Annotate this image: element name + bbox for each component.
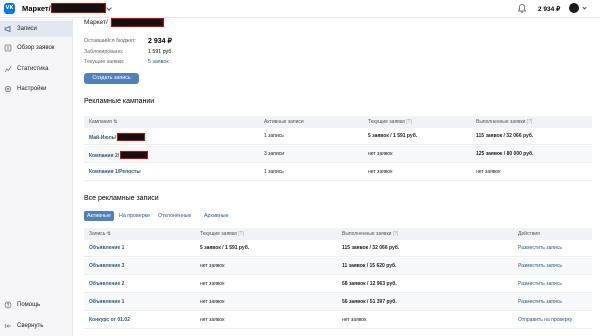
table-row[interactable]: Конкурс от 01.02 нет заявок нет заявок О… <box>84 312 592 329</box>
chevron-down-icon[interactable] <box>582 5 587 10</box>
column-header-campaign[interactable]: Кампания ⇅ <box>89 119 117 125</box>
done-requests: нет заявок <box>342 317 367 323</box>
campaign-name[interactable]: Май-Июль/ <box>89 133 146 141</box>
ads-title: Все рекламные записи <box>84 195 159 202</box>
done-requests: 58 заявок / 12 963 руб. <box>342 281 397 287</box>
redacted-block <box>117 133 146 141</box>
place-post-link[interactable]: Разместить запись <box>518 245 562 251</box>
post-name[interactable]: Объявление 1 <box>89 245 124 251</box>
column-header-active: Активные записи <box>264 119 304 125</box>
column-header-current: Текущие заявки [?] <box>200 231 244 237</box>
place-post-link[interactable]: Разместить запись <box>518 299 562 305</box>
table-row[interactable]: Объявление 2 нет заявок 58 заявок / 12 9… <box>84 276 592 293</box>
current-requests: нет заявок <box>200 263 225 269</box>
done-requests: 11 заявок / 15 620 руб. <box>342 263 397 269</box>
table-row[interactable]: Объявление 1 5 заявок / 1 591 руб. 115 з… <box>84 240 592 257</box>
sidebar-item-help[interactable]: Помощь <box>0 297 73 313</box>
sidebar-item-label: Записи <box>17 26 37 32</box>
column-header-done: Выполненные заявки [?] <box>342 231 399 237</box>
tab-review[interactable]: На проверке <box>119 211 150 221</box>
active-posts: 1 запись <box>264 133 284 139</box>
help-icon <box>4 301 12 309</box>
chevron-down-icon[interactable] <box>106 5 112 11</box>
tab-rejected[interactable]: Отклонённые <box>158 211 192 221</box>
column-header-current: Текущие заявки [?] <box>368 119 412 125</box>
collapse-icon <box>5 324 11 328</box>
sidebar-item-stats[interactable]: Статистика <box>0 61 73 77</box>
avatar[interactable] <box>569 3 579 13</box>
campaigns-title: Рекламные кампании <box>84 98 155 105</box>
current-requests: нет заявок <box>200 317 225 323</box>
chart-icon <box>4 66 12 73</box>
post-name[interactable]: Объявление 1 <box>89 299 124 305</box>
table-header: Кампания ⇅ Активные записи Текущие заявк… <box>84 116 592 128</box>
table-row[interactable]: Компания 1/Репосты 1 запись нет заявок н… <box>84 164 592 181</box>
sidebar-item-posts[interactable]: Записи <box>0 21 73 37</box>
sidebar-item-label: Статистика <box>17 66 49 72</box>
place-post-link[interactable]: Разместить запись <box>518 263 562 269</box>
post-name[interactable]: Конкурс от 01.02 <box>89 317 130 323</box>
sidebar-item-label: Настройки <box>17 86 47 92</box>
gear-icon <box>4 85 12 93</box>
done-requests: нет заявок <box>476 169 501 175</box>
budget-label: Оставшийся бюджет: <box>84 38 137 44</box>
table-row[interactable]: Компания 2/ 3 записи нет заявок 125 заяв… <box>84 146 592 163</box>
post-name[interactable]: Объявление 2 <box>89 281 124 287</box>
vk-logo[interactable]: VK <box>4 3 15 14</box>
column-header-done: Выполненные заявки [?] <box>476 119 533 125</box>
campaign-name[interactable]: Компания 2/ <box>89 151 149 159</box>
breadcrumb: Маркет/ <box>84 19 108 26</box>
current-requests: 5 заявок / 1 591 руб. <box>368 133 418 139</box>
done-requests: 115 заявок / 32 066 руб. <box>342 245 400 251</box>
sidebar: Записи Обзор заявок Статистика Настройки… <box>0 19 73 336</box>
megaphone-icon <box>4 25 11 33</box>
campaign-name[interactable]: Компания 1/Репосты <box>89 169 141 175</box>
active-posts: 3 записи <box>264 151 285 157</box>
sidebar-item-requests[interactable]: Обзор заявок <box>0 40 73 56</box>
send-for-review-link[interactable]: Отправить на проверку <box>518 317 572 323</box>
post-name[interactable]: Объявление 3 <box>89 263 124 269</box>
column-header-actions: Действия <box>518 231 540 237</box>
balance: 2 934 ₽ <box>538 6 561 13</box>
redacted-block <box>111 18 164 27</box>
app-title[interactable]: Маркет/ <box>22 4 51 13</box>
done-requests: 115 заявок / 32 066 руб. <box>476 133 534 139</box>
blocked-label: Заблокировано: <box>84 49 124 55</box>
sidebar-item-label: Обзор заявок <box>17 45 55 51</box>
current-requests: нет заявок <box>368 169 393 175</box>
redacted-block <box>120 151 149 159</box>
current-requests: нет заявок <box>200 281 225 287</box>
create-post-button[interactable]: Создать запись <box>84 73 139 84</box>
current-requests: 5 заявок / 1 591 руб. <box>200 245 250 251</box>
place-post-link[interactable]: Разместить запись <box>518 281 562 287</box>
column-header-post[interactable]: Запись ⇅ <box>89 231 111 237</box>
budget-value: 2 934 ₽ <box>148 38 172 45</box>
sidebar-item-label: Свернуть <box>17 323 44 329</box>
tab-archive[interactable]: Архивные <box>204 211 229 221</box>
sidebar-item-settings[interactable]: Настройки <box>0 81 73 97</box>
table-row[interactable]: Май-Июль/ 1 запись 5 заявок / 1 591 руб.… <box>84 128 592 145</box>
table-header: Запись ⇅ Текущие заявки [?] Выполненные … <box>84 228 592 240</box>
table-row[interactable]: Объявление 3 нет заявок 11 заявок / 15 6… <box>84 258 592 275</box>
sidebar-item-label: Помощь <box>17 302 41 308</box>
bell-icon[interactable] <box>518 4 526 13</box>
active-posts: 1 запись <box>264 169 284 175</box>
table-row[interactable]: Объявление 1 нет заявок 56 заявок / 51 3… <box>84 294 592 311</box>
done-requests: 125 заявок / 80 000 руб. <box>476 151 534 157</box>
tab-active[interactable]: Активные <box>84 211 114 221</box>
top-bar: VK Маркет/ 2 934 ₽ <box>0 0 600 18</box>
list-icon <box>4 44 12 52</box>
sidebar-item-collapse[interactable]: Свернуть <box>0 318 73 334</box>
current-requests: нет заявок <box>200 299 225 305</box>
blocked-value: 1 591 руб. <box>148 49 173 55</box>
current-requests: нет заявок <box>368 151 393 157</box>
redacted-block <box>51 3 106 13</box>
done-requests: 56 заявок / 51 397 руб. <box>342 299 397 305</box>
current-requests-link[interactable]: 5 заявок <box>148 59 169 65</box>
current-requests-label: Текущие заявки: <box>84 59 125 65</box>
